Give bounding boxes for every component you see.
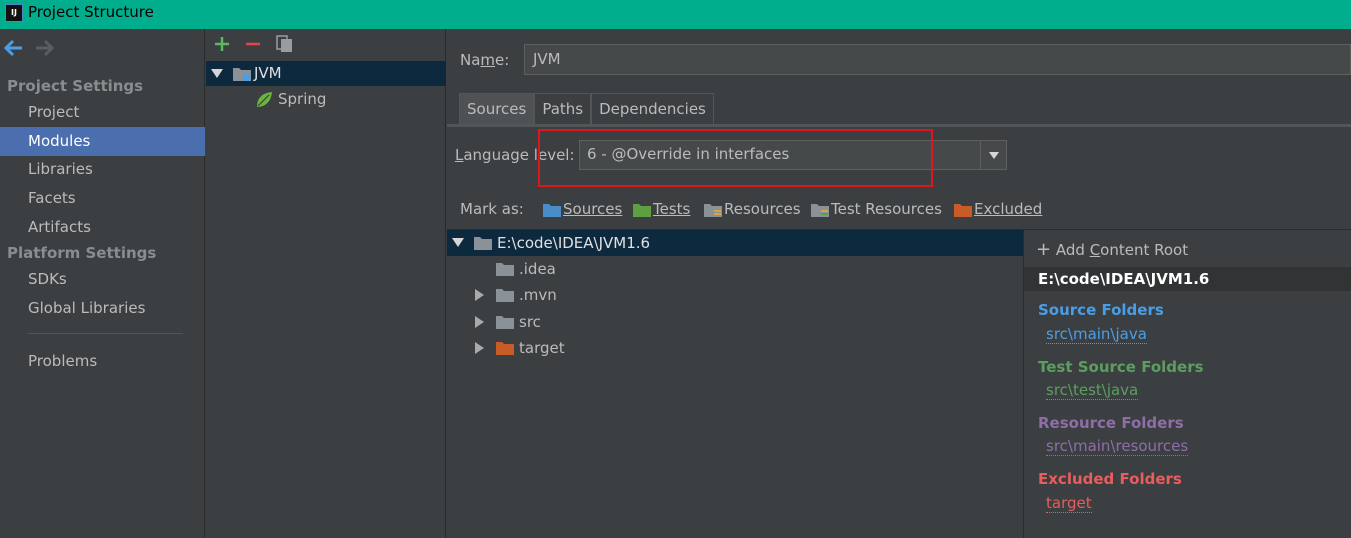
- nav-item-modules[interactable]: Modules: [0, 127, 205, 156]
- folder-icon: [496, 316, 514, 329]
- excluded-folder-path[interactable]: target: [1046, 494, 1092, 513]
- test-source-folders-header: Test Source Folders: [1038, 358, 1204, 376]
- nav-item-global-libraries[interactable]: Global Libraries: [0, 294, 205, 323]
- nav-divider: [28, 333, 183, 334]
- expand-arrow-icon[interactable]: [452, 238, 464, 247]
- test-source-folder-path[interactable]: src\test\java: [1046, 381, 1139, 400]
- mark-as-label: Mark as:: [460, 200, 524, 218]
- content-root-path: E:\code\IDEA\JVM1.6: [1024, 267, 1351, 291]
- tab-paths[interactable]: Paths: [534, 93, 592, 124]
- nav-item-project[interactable]: Project: [0, 98, 205, 127]
- highlight-annotation-box: [538, 129, 933, 187]
- excluded-folders-header: Excluded Folders: [1038, 470, 1182, 488]
- settings-nav: Project Settings Project Modules Librari…: [0, 29, 205, 538]
- project-settings-header: Project Settings: [7, 77, 144, 95]
- back-arrow-icon[interactable]: [4, 39, 24, 57]
- add-icon[interactable]: [212, 34, 232, 54]
- tree-row[interactable]: target: [447, 335, 1023, 361]
- collapse-arrow-icon[interactable]: [475, 342, 484, 354]
- test-resources-folder-icon: [811, 204, 829, 217]
- nav-item-artifacts[interactable]: Artifacts: [0, 213, 205, 242]
- module-folder-icon: [233, 68, 251, 81]
- forward-arrow-icon[interactable]: [34, 39, 54, 57]
- nav-item-sdks[interactable]: SDKs: [0, 265, 205, 294]
- window-title: Project Structure: [28, 3, 154, 21]
- resource-folder-path[interactable]: src\main\resources: [1046, 437, 1189, 456]
- nav-item-libraries[interactable]: Libraries: [0, 155, 205, 184]
- tree-row[interactable]: .idea: [447, 256, 1023, 282]
- excluded-folder-icon: [496, 342, 514, 355]
- tree-row-root[interactable]: E:\code\IDEA\JVM1.6: [447, 230, 1023, 256]
- sources-folder-icon: [543, 204, 561, 217]
- collapse-arrow-icon[interactable]: [475, 289, 484, 301]
- title-bar: IJ Project Structure: [0, 0, 1351, 29]
- resources-folder-icon: [704, 204, 722, 217]
- nav-item-problems[interactable]: Problems: [0, 347, 205, 376]
- tab-divider: [447, 124, 1351, 127]
- intellij-logo-icon: IJ: [5, 4, 23, 22]
- chevron-down-icon[interactable]: [980, 141, 1006, 169]
- module-settings-panel: Name: JVM Sources Paths Dependencies Lan…: [447, 29, 1351, 538]
- folder-icon: [496, 289, 514, 302]
- folder-icon: [496, 263, 514, 276]
- copy-icon[interactable]: [275, 34, 295, 54]
- name-label: Name:: [460, 51, 510, 69]
- resource-folders-header: Resource Folders: [1038, 414, 1184, 432]
- collapse-arrow-icon[interactable]: [475, 316, 484, 328]
- tests-folder-icon: [633, 204, 651, 217]
- platform-settings-header: Platform Settings: [7, 244, 157, 262]
- folder-icon: [474, 237, 492, 250]
- tree-row[interactable]: .mvn: [447, 282, 1023, 308]
- plus-icon: +: [1036, 239, 1052, 260]
- nav-item-facets[interactable]: Facets: [0, 184, 205, 213]
- tree-row[interactable]: src: [447, 309, 1023, 335]
- tab-sources[interactable]: Sources: [459, 93, 535, 124]
- module-list-panel: JVM Spring: [206, 29, 446, 538]
- expand-arrow-icon[interactable]: [211, 69, 223, 78]
- source-folder-path[interactable]: src\main\java: [1046, 325, 1147, 344]
- tab-bar: Sources Paths Dependencies: [459, 93, 714, 124]
- module-name-input[interactable]: JVM: [524, 44, 1351, 75]
- content-roots-panel: + Add Content Root E:\code\IDEA\JVM1.6 S…: [1023, 229, 1351, 538]
- spring-leaf-icon: [257, 92, 272, 107]
- module-row-spring[interactable]: Spring: [206, 87, 446, 112]
- excluded-folder-icon: [954, 204, 972, 217]
- module-label: JVM: [254, 64, 282, 82]
- add-content-root-button[interactable]: + Add Content Root: [1036, 239, 1188, 260]
- remove-icon[interactable]: [243, 34, 263, 54]
- module-row-jvm[interactable]: JVM: [206, 61, 446, 86]
- module-label: Spring: [278, 90, 327, 108]
- source-folders-header: Source Folders: [1038, 301, 1164, 319]
- tab-dependencies[interactable]: Dependencies: [591, 93, 714, 124]
- folder-tree: E:\code\IDEA\JVM1.6 .idea .mvn src targe…: [447, 229, 1023, 538]
